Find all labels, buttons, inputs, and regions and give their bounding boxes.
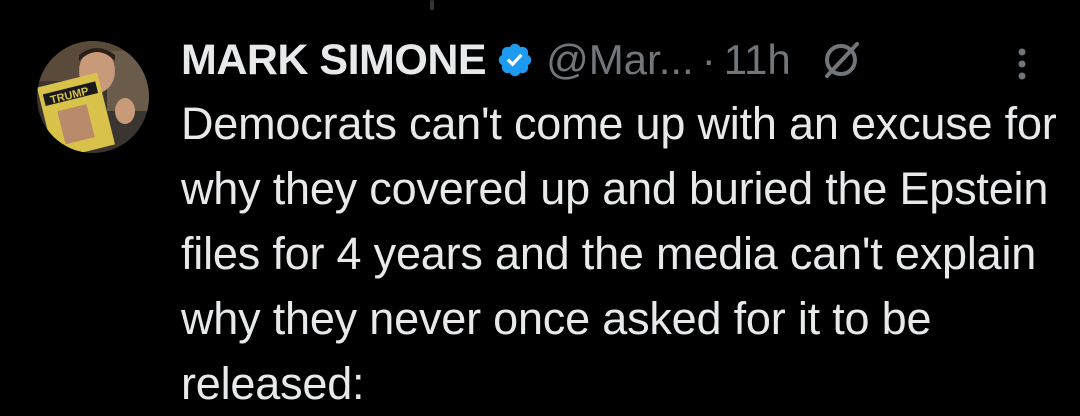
grok-icon[interactable]	[819, 38, 863, 82]
more-options-icon[interactable]	[1012, 46, 1032, 86]
timestamp[interactable]: 11h	[724, 36, 791, 84]
verified-badge-icon[interactable]	[496, 41, 534, 79]
separator-dot: ·	[701, 36, 716, 83]
avatar[interactable]: TRUMP	[37, 41, 149, 153]
tweet-header: MARK SIMONE @Mar... · 11h	[181, 30, 1061, 90]
avatar-image: TRUMP	[37, 41, 149, 153]
tweet-text: Democrats can't come up with an excuse f…	[181, 98, 1057, 409]
handle[interactable]: @Mar...	[546, 36, 694, 84]
display-name[interactable]: MARK SIMONE	[181, 36, 487, 85]
tweet-content: MARK SIMONE @Mar... · 11h Democrats can'…	[181, 30, 1061, 416]
thread-connector	[430, 0, 434, 10]
